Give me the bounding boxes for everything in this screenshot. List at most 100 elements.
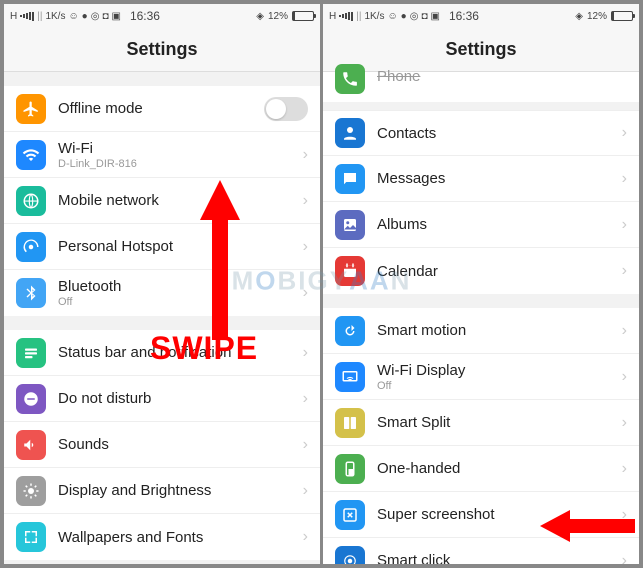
- chevron-right-icon: ›: [622, 322, 627, 340]
- albums-icon: [335, 210, 365, 240]
- row-label: Smart click: [377, 552, 622, 564]
- chevron-right-icon: ›: [622, 460, 627, 478]
- wifi-icon: [16, 140, 46, 170]
- onehand-icon: [335, 454, 365, 484]
- row-calendar[interactable]: Calendar ›: [323, 248, 639, 294]
- speed-indicator: 1K/s: [45, 11, 65, 22]
- row-smart-split[interactable]: Smart Split ›: [323, 400, 639, 446]
- chevron-right-icon: ›: [303, 344, 308, 362]
- messages-icon: [335, 164, 365, 194]
- signal-icon: [20, 12, 34, 21]
- row-label: Calendar: [377, 263, 622, 280]
- row-label: Offline mode: [58, 100, 264, 117]
- row-label: Contacts: [377, 125, 622, 142]
- row-label: Super screenshot: [377, 506, 622, 523]
- chevron-right-icon: ›: [622, 506, 627, 524]
- row-do-not-disturb[interactable]: Do not disturb ›: [4, 376, 320, 422]
- airplane-icon: [16, 94, 46, 124]
- chevron-right-icon: ›: [622, 414, 627, 432]
- row-albums[interactable]: Albums ›: [323, 202, 639, 248]
- signal-extra: ||: [37, 11, 42, 22]
- battery-pct: 12%: [268, 11, 288, 22]
- status-icon: [16, 338, 46, 368]
- clock: 16:36: [130, 9, 160, 23]
- row-personal-hotspot[interactable]: Personal Hotspot ›: [4, 224, 320, 270]
- chevron-right-icon: ›: [303, 482, 308, 500]
- signal-icon: [339, 12, 353, 21]
- row-wifi-display[interactable]: Wi-Fi DisplayOff ›: [323, 354, 639, 400]
- row-bluetooth[interactable]: BluetoothOff ›: [4, 270, 320, 316]
- chevron-right-icon: ›: [622, 216, 627, 234]
- target-icon: ◎: [410, 11, 419, 22]
- target-icon: ◎: [91, 11, 100, 22]
- chevron-right-icon: ›: [622, 552, 627, 565]
- camera-icon: ◘: [421, 11, 427, 22]
- row-label: Phone: [377, 68, 627, 85]
- page-title: Settings: [445, 39, 516, 60]
- row-smart-click[interactable]: Smart click ›: [323, 538, 639, 564]
- right-screen: H || 1K/s ☺ ● ◎ ◘ ▣ 16:36 ◈ 12% Settings: [323, 4, 639, 564]
- left-screen: H || 1K/s ☺ ● ◎ ◘ ▣ 16:36 ◈ 12% Settings: [4, 4, 320, 564]
- chevron-right-icon: ›: [622, 124, 627, 142]
- msg-icon: ●: [82, 11, 88, 22]
- row-label: Albums: [377, 216, 622, 233]
- chevron-right-icon: ›: [303, 284, 308, 302]
- signal-extra: ||: [356, 11, 361, 22]
- chevron-right-icon: ›: [622, 368, 627, 386]
- motion-icon: [335, 316, 365, 346]
- chevron-right-icon: ›: [622, 262, 627, 280]
- chevron-right-icon: ›: [622, 170, 627, 188]
- camera-icon: ◘: [102, 11, 108, 22]
- bluetooth-icon: [16, 278, 46, 308]
- dnd-icon: [16, 384, 46, 414]
- click-icon: [335, 546, 365, 565]
- chevron-right-icon: ›: [303, 146, 308, 164]
- carrier-letter: H: [329, 11, 336, 22]
- app-icon: ▣: [431, 11, 440, 22]
- offline-toggle[interactable]: [264, 97, 308, 121]
- contacts-icon: [335, 118, 365, 148]
- row-label: Smart Split: [377, 414, 622, 431]
- hotspot-icon: [16, 232, 46, 262]
- carrier-letter: H: [10, 11, 17, 22]
- chevron-right-icon: ›: [303, 192, 308, 210]
- row-sounds[interactable]: Sounds ›: [4, 422, 320, 468]
- row-label: Smart motion: [377, 322, 622, 339]
- row-label: Do not disturb: [58, 390, 303, 407]
- clock: 16:36: [449, 9, 479, 23]
- phone-icon: [335, 64, 365, 94]
- row-messages[interactable]: Messages ›: [323, 156, 639, 202]
- split-icon: [335, 408, 365, 438]
- row-wifi[interactable]: Wi-FiD-Link_DIR-816 ›: [4, 132, 320, 178]
- row-display-brightness[interactable]: Display and Brightness ›: [4, 468, 320, 514]
- row-super-screenshot[interactable]: Super screenshot ›: [323, 492, 639, 538]
- row-label: Messages: [377, 170, 622, 187]
- wifi-status-icon: ◈: [256, 11, 264, 22]
- row-label: Mobile network: [58, 192, 303, 209]
- row-smart-motion[interactable]: Smart motion ›: [323, 308, 639, 354]
- battery-pct: 12%: [587, 11, 607, 22]
- row-label: Status bar and notification: [58, 344, 303, 361]
- status-bar: H || 1K/s ☺ ● ◎ ◘ ▣ 16:36 ◈ 12%: [323, 4, 639, 28]
- row-wallpapers-fonts[interactable]: Wallpapers and Fonts ›: [4, 514, 320, 560]
- chevron-right-icon: ›: [303, 528, 308, 546]
- calendar-icon: [335, 256, 365, 286]
- chevron-right-icon: ›: [303, 238, 308, 256]
- row-label: Wi-Fi: [58, 140, 303, 157]
- battery-icon: [292, 11, 314, 21]
- row-phone[interactable]: Phone: [323, 72, 639, 102]
- row-offline-mode[interactable]: Offline mode: [4, 86, 320, 132]
- header: Settings: [323, 28, 639, 72]
- row-sub: D-Link_DIR-816: [58, 158, 303, 170]
- whatsapp-icon: ☺: [68, 11, 78, 22]
- page-title: Settings: [126, 39, 197, 60]
- row-one-handed[interactable]: One-handed ›: [323, 446, 639, 492]
- row-sub: Off: [58, 296, 303, 308]
- wifidisp-icon: [335, 362, 365, 392]
- row-status-bar-notification[interactable]: Status bar and notification ›: [4, 330, 320, 376]
- screenshot-icon: [335, 500, 365, 530]
- row-mobile-network[interactable]: Mobile network ›: [4, 178, 320, 224]
- row-contacts[interactable]: Contacts ›: [323, 110, 639, 156]
- row-label: Sounds: [58, 436, 303, 453]
- display-icon: [16, 476, 46, 506]
